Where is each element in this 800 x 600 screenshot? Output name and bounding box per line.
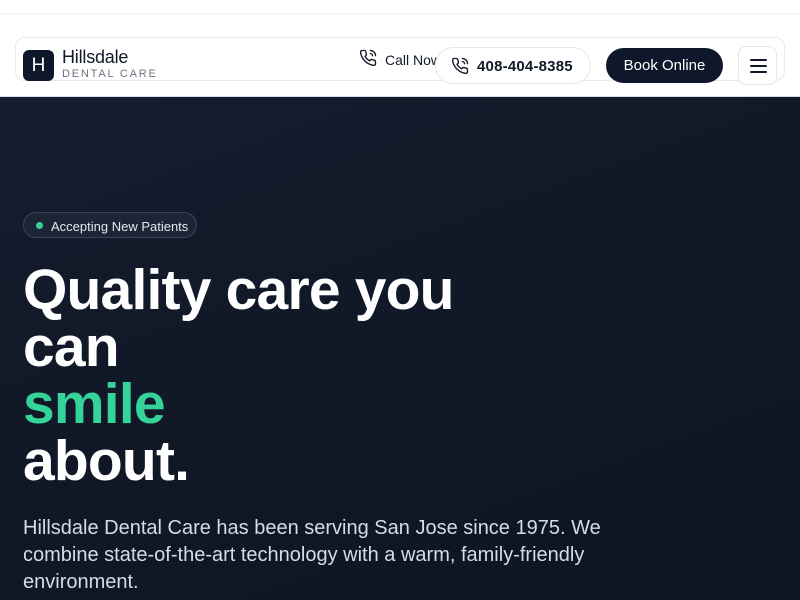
headline-line: about. xyxy=(23,429,190,493)
brand-subtitle: DENTAL CARE xyxy=(62,68,158,80)
brand-name[interactable]: Hillsdale xyxy=(62,47,128,68)
book-online-button[interactable]: Book Online xyxy=(606,48,723,83)
headline-accent: smile xyxy=(23,372,166,436)
menu-button[interactable] xyxy=(738,46,777,85)
headline-line: Quality care you xyxy=(23,258,455,322)
accepting-patients-badge: Accepting New Patients xyxy=(23,212,197,238)
phone-icon xyxy=(451,57,469,75)
phone-number: 408-404-8385 xyxy=(477,58,573,75)
hamburger-menu-icon xyxy=(750,71,767,73)
status-dot-icon xyxy=(36,222,43,229)
logo-mark[interactable]: H xyxy=(23,50,54,81)
hero-description: Hillsdale Dental Care has been serving S… xyxy=(23,517,601,593)
hero-headline: Quality care you can smile about. xyxy=(23,262,543,490)
phone-number-button[interactable]: 408-404-8385 xyxy=(435,47,591,84)
hamburger-menu-icon xyxy=(750,59,767,61)
badge-text: Accepting New Patients xyxy=(51,219,189,234)
phone-icon[interactable] xyxy=(359,49,377,67)
hamburger-menu-icon xyxy=(750,65,767,67)
top-strip xyxy=(0,0,800,14)
call-now-link[interactable]: Call Now xyxy=(385,52,441,68)
headline-line: can xyxy=(23,315,120,379)
